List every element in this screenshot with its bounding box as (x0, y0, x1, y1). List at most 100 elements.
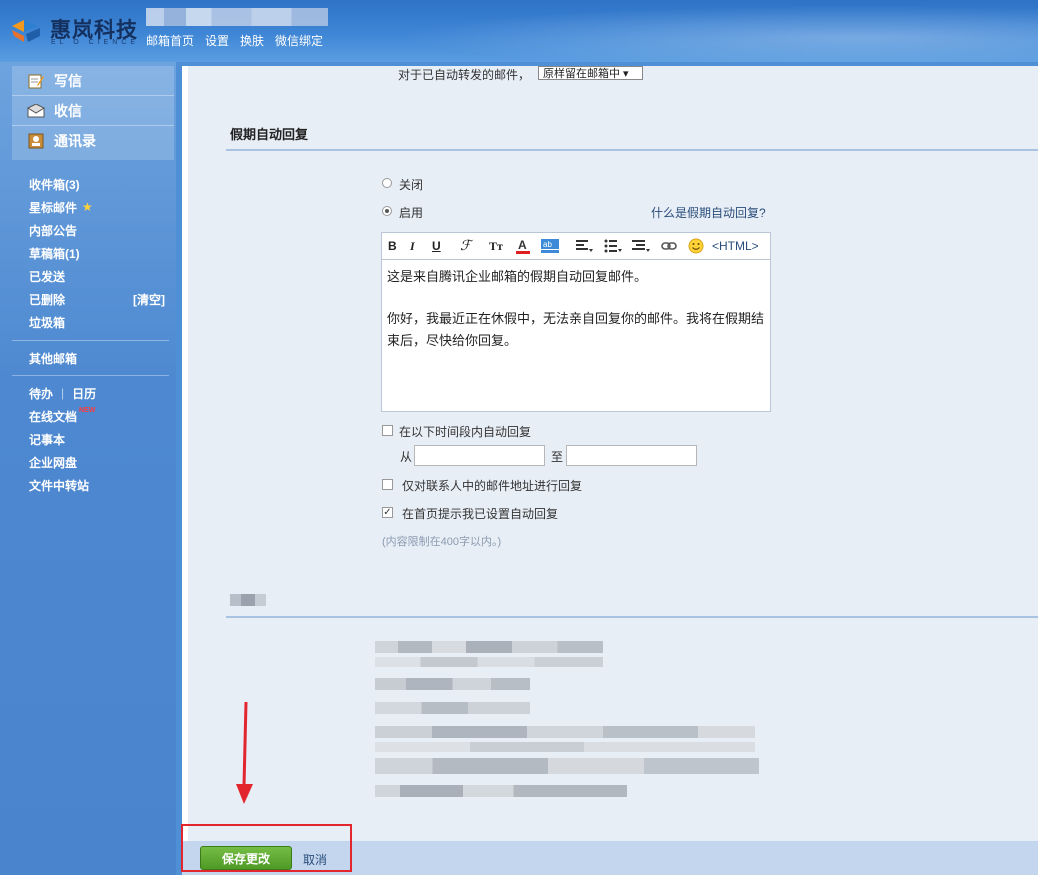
vacation-section-title: 假期自动回复 (230, 127, 309, 142)
length-limit-note: (内容限制在400字以内。) (382, 536, 502, 548)
editor-body[interactable]: 这是来自腾讯企业邮箱的假期自动回复邮件。 你好，我最近正在休假中，无法亲自回复你… (382, 260, 770, 358)
bold-icon[interactable]: B (388, 238, 397, 254)
annotation-highlight-box (181, 824, 352, 872)
folder-deleted[interactable]: 已删除 [清空] (29, 289, 169, 309)
logo-mark-icon (12, 20, 40, 42)
contacts-only-label: 仅对联系人中的邮件地址进行回复 (402, 479, 583, 493)
redacted-section-title (230, 594, 266, 606)
redacted-content (375, 702, 530, 714)
redacted-content (375, 726, 755, 738)
netdisk-link[interactable]: 企业网盘 (29, 452, 169, 472)
reply-text-line1: 这是来自腾讯企业邮箱的假期自动回复邮件。 (387, 269, 648, 284)
contacts-label: 通讯录 (54, 132, 96, 149)
italic-icon[interactable]: I (410, 238, 415, 254)
section-divider (226, 616, 1038, 618)
top-navigation: 邮箱首页 设置 换肤 微信绑定 (146, 32, 323, 49)
tools-separator: | (61, 386, 65, 400)
reply-blank-line (387, 288, 765, 308)
annotation-arrow-icon (236, 701, 253, 804)
reply-text-line2: 你好，我最近正在休假中，无法亲自回复你的邮件。我将在假期结束后，尽快给你回复。 (387, 311, 765, 348)
contacts-icon (27, 133, 45, 149)
account-info-redacted (146, 8, 328, 26)
redacted-content (375, 758, 759, 774)
reply-editor: B I U ℱ Tт A ab <HTML> 这是来自腾讯企业邮箱的假期自动回复… (381, 232, 771, 412)
folder-inbox[interactable]: 收件箱(3) (29, 174, 169, 194)
other-mailboxes[interactable]: 其他邮箱 (29, 348, 169, 368)
nav-skin[interactable]: 换肤 (240, 32, 264, 49)
end-date-input[interactable] (566, 445, 697, 466)
online-docs[interactable]: 在线文档 NEW (29, 406, 169, 426)
folder-drafts[interactable]: 草稿箱(1) (29, 243, 169, 263)
notes-link[interactable]: 记事本 (29, 429, 169, 449)
folder-announcements[interactable]: 内部公告 (29, 220, 169, 240)
todo-link[interactable]: 待办 (29, 385, 53, 402)
from-label: 从 (400, 450, 413, 464)
section-divider (226, 149, 1038, 151)
inbox-icon (27, 103, 45, 119)
forward-label: 对于已自动转发的邮件， (398, 68, 531, 82)
calendar-link[interactable]: 日历 (72, 385, 96, 402)
top-header: 惠岚科技 EL O CIENCE 邮箱首页 设置 换肤 微信绑定 (0, 0, 1038, 62)
svg-text:ab: ab (543, 240, 552, 249)
align-icon[interactable] (576, 238, 594, 254)
redacted-content (375, 785, 627, 797)
clear-trash-link[interactable]: [清空] (133, 291, 165, 308)
sidebar-compose[interactable]: 写信 (12, 66, 174, 96)
vacation-help-link[interactable]: 什么是假期自动回复? (651, 204, 766, 221)
html-mode-button[interactable]: <HTML> (712, 238, 759, 254)
underline-icon[interactable]: U (432, 238, 441, 254)
forward-action-select[interactable]: 原样留在邮箱中 ▾ (538, 66, 643, 80)
tools-row: 待办 | 日历 (29, 383, 169, 403)
radio-on[interactable] (382, 206, 392, 216)
radio-off-label: 关闭 (399, 178, 424, 192)
highlight-icon[interactable]: ab (541, 238, 559, 254)
folder-starred[interactable]: 星标邮件 ★ (29, 197, 169, 217)
sidebar-divider (12, 375, 169, 376)
settings-content: 对于已自动转发的邮件， 原样留在邮箱中 ▾ 假期自动回复 关闭 启用 什么是假期… (188, 66, 1038, 875)
folder-starred-label: 星标邮件 (29, 200, 78, 215)
nav-settings[interactable]: 设置 (205, 32, 229, 49)
link-icon[interactable] (661, 238, 677, 254)
nav-mail-home[interactable]: 邮箱首页 (146, 32, 194, 49)
company-logo[interactable]: 惠岚科技 EL O CIENCE (10, 10, 150, 50)
brand-subtitle: EL O CIENCE (51, 39, 140, 46)
bullet-list-icon[interactable] (604, 238, 622, 254)
period-label: 在以下时间段内自动回复 (399, 425, 532, 439)
indent-icon[interactable] (632, 238, 650, 254)
redacted-content (375, 641, 603, 653)
header-decoration (318, 0, 1038, 62)
radio-on-label: 启用 (399, 206, 424, 220)
compose-icon (27, 73, 45, 89)
nav-wechat-bind[interactable]: 微信绑定 (275, 32, 323, 49)
period-checkbox[interactable] (382, 425, 393, 436)
folder-sent[interactable]: 已发送 (29, 266, 169, 286)
online-docs-label: 在线文档 (29, 409, 78, 424)
contacts-only-checkbox[interactable] (382, 479, 393, 490)
star-icon: ★ (82, 200, 93, 214)
radio-off[interactable] (382, 178, 392, 188)
sidebar-contacts[interactable]: 通讯录 (12, 126, 174, 155)
svg-text:A: A (518, 238, 527, 252)
redacted-content (375, 742, 755, 752)
font-family-icon[interactable]: ℱ (460, 238, 471, 254)
inbox-label: 收信 (54, 102, 82, 119)
font-color-icon[interactable]: A (515, 238, 531, 254)
redacted-content (375, 657, 603, 667)
sidebar-divider (12, 340, 169, 341)
settings-panel: 对于已自动转发的邮件， 原样留在邮箱中 ▾ 假期自动回复 关闭 启用 什么是假期… (182, 66, 1038, 875)
font-size-icon[interactable]: Tт (489, 238, 503, 254)
sidebar: 写信 收信 通讯录 收件箱(3) 星标邮件 ★ 内部公告 草稿箱(1) 已发送 … (0, 62, 176, 875)
compose-label: 写信 (54, 72, 82, 89)
home-notice-checkbox[interactable]: ✓ (382, 507, 393, 518)
file-transfer-link[interactable]: 文件中转站 (29, 475, 169, 495)
home-notice-label: 在首页提示我已设置自动回复 (402, 507, 559, 521)
redacted-content (375, 678, 530, 690)
new-badge: NEW (79, 406, 96, 414)
folder-deleted-label: 已删除 (29, 292, 66, 307)
start-date-input[interactable] (414, 445, 545, 466)
folder-spam[interactable]: 垃圾箱 (29, 312, 169, 332)
emoji-icon[interactable] (688, 238, 704, 254)
editor-toolbar: B I U ℱ Tт A ab <HTML> (382, 233, 770, 260)
to-label: 至 (551, 450, 564, 464)
sidebar-inbox[interactable]: 收信 (12, 96, 174, 126)
